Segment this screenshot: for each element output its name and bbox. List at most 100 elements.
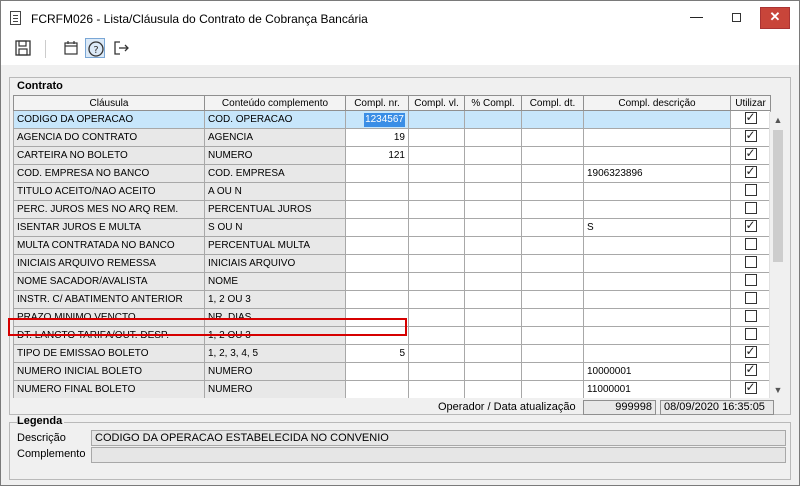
column-header-compl-dt[interactable]: Compl. dt. bbox=[521, 95, 584, 111]
cell-compl-nr[interactable] bbox=[345, 308, 409, 327]
cell-compl-descricao[interactable] bbox=[583, 290, 731, 309]
cell-conteudo[interactable]: NUMERO bbox=[204, 362, 346, 381]
cell-perc-compl[interactable] bbox=[464, 254, 522, 273]
cell-compl-descricao[interactable]: 11000001 bbox=[583, 380, 731, 398]
utilizar-checkbox[interactable] bbox=[744, 364, 757, 376]
cell-conteudo[interactable]: S OU N bbox=[204, 218, 346, 237]
table-row[interactable]: COD. EMPRESA NO BANCO COD. EMPRESA 1906323… bbox=[13, 164, 771, 183]
cell-clausula[interactable]: INICIAIS ARQUIVO REMESSA bbox=[13, 254, 205, 273]
help-icon[interactable]: ? bbox=[85, 38, 105, 58]
cell-compl-descricao[interactable] bbox=[583, 272, 731, 291]
cell-clausula[interactable]: NOME SACADOR/AVALISTA bbox=[13, 272, 205, 291]
table-row[interactable]: CARTEIRA NO BOLETO NUMERO 121 bbox=[13, 146, 771, 165]
cell-compl-nr[interactable]: 1234567 bbox=[345, 110, 409, 129]
cell-clausula[interactable]: NUMERO FINAL BOLETO bbox=[13, 380, 205, 398]
table-row[interactable]: TIPO DE EMISSAO BOLETO 1, 2, 3, 4, 55 bbox=[13, 344, 771, 363]
cell-conteudo[interactable]: COD. EMPRESA bbox=[204, 164, 346, 183]
close-button[interactable]: ✕ bbox=[760, 7, 790, 29]
cell-clausula[interactable]: TIPO DE EMISSAO BOLETO bbox=[13, 344, 205, 363]
cell-perc-compl[interactable] bbox=[464, 290, 522, 309]
cell-compl-dt[interactable] bbox=[521, 326, 584, 345]
cell-clausula[interactable]: PRAZO MINIMO VENCTO bbox=[13, 308, 205, 327]
cell-compl-dt[interactable] bbox=[521, 128, 584, 147]
column-header-conteudo[interactable]: Conteúdo complemento bbox=[204, 95, 346, 111]
cell-compl-descricao[interactable]: 10000001 bbox=[583, 362, 731, 381]
cell-utilizar[interactable] bbox=[730, 308, 771, 327]
cell-clausula[interactable]: PERC. JUROS MES NO ARQ REM. bbox=[13, 200, 205, 219]
cell-conteudo[interactable]: INICIAIS ARQUIVO bbox=[204, 254, 346, 273]
scroll-thumb[interactable] bbox=[773, 130, 783, 262]
cell-compl-vl[interactable] bbox=[408, 344, 465, 363]
table-row[interactable]: PERC. JUROS MES NO ARQ REM. PERCENTUAL JU… bbox=[13, 200, 771, 219]
cell-compl-nr[interactable] bbox=[345, 236, 409, 255]
cell-compl-vl[interactable] bbox=[408, 218, 465, 237]
cell-compl-nr[interactable] bbox=[345, 362, 409, 381]
cell-compl-descricao[interactable] bbox=[583, 254, 731, 273]
cell-perc-compl[interactable] bbox=[464, 146, 522, 165]
cell-compl-nr[interactable] bbox=[345, 164, 409, 183]
utilizar-checkbox[interactable] bbox=[744, 220, 757, 232]
cell-compl-vl[interactable] bbox=[408, 110, 465, 129]
table-row[interactable]: MULTA CONTRATADA NO BANCO PERCENTUAL MULT… bbox=[13, 236, 771, 255]
table-row[interactable]: CODIGO DA OPERACAO COD. OPERACAO 1234567 bbox=[13, 110, 771, 129]
cell-compl-descricao[interactable] bbox=[583, 200, 731, 219]
cell-perc-compl[interactable] bbox=[464, 308, 522, 327]
cell-perc-compl[interactable] bbox=[464, 110, 522, 129]
cell-compl-vl[interactable] bbox=[408, 200, 465, 219]
cell-perc-compl[interactable] bbox=[464, 326, 522, 345]
maximize-button[interactable] bbox=[723, 7, 750, 29]
cell-utilizar[interactable] bbox=[730, 290, 771, 309]
cell-compl-descricao[interactable] bbox=[583, 182, 731, 201]
vertical-scrollbar[interactable]: ▲ ▼ bbox=[769, 112, 785, 398]
cell-perc-compl[interactable] bbox=[464, 344, 522, 363]
cell-compl-dt[interactable] bbox=[521, 218, 584, 237]
cell-compl-nr[interactable] bbox=[345, 218, 409, 237]
cell-compl-dt[interactable] bbox=[521, 290, 584, 309]
table-row[interactable]: AGENCIA DO CONTRATO AGENCIA 19 bbox=[13, 128, 771, 147]
cell-compl-descricao[interactable] bbox=[583, 344, 731, 363]
cell-utilizar[interactable] bbox=[730, 164, 771, 183]
cell-conteudo[interactable]: 1, 2, 3, 4, 5 bbox=[204, 344, 346, 363]
cell-utilizar[interactable] bbox=[730, 254, 771, 273]
cell-compl-dt[interactable] bbox=[521, 308, 584, 327]
cell-compl-dt[interactable] bbox=[521, 254, 584, 273]
cell-clausula[interactable]: INSTR. C/ ABATIMENTO ANTERIOR bbox=[13, 290, 205, 309]
minimize-button[interactable]: — bbox=[683, 7, 710, 29]
cell-compl-descricao[interactable] bbox=[583, 326, 731, 345]
cell-utilizar[interactable] bbox=[730, 380, 771, 398]
cell-compl-nr[interactable]: 19 bbox=[345, 128, 409, 147]
cell-perc-compl[interactable] bbox=[464, 200, 522, 219]
cell-clausula[interactable]: DT. LANCTO TARIFA/OUT. DESP. bbox=[13, 326, 205, 345]
cell-compl-nr[interactable] bbox=[345, 200, 409, 219]
cell-compl-vl[interactable] bbox=[408, 128, 465, 147]
utilizar-checkbox[interactable] bbox=[744, 130, 757, 142]
utilizar-checkbox[interactable] bbox=[744, 310, 757, 322]
cell-utilizar[interactable] bbox=[730, 146, 771, 165]
utilizar-checkbox[interactable] bbox=[744, 184, 757, 196]
cell-compl-dt[interactable] bbox=[521, 236, 584, 255]
cell-clausula[interactable]: CODIGO DA OPERACAO bbox=[13, 110, 205, 129]
cell-conteudo[interactable]: AGENCIA bbox=[204, 128, 346, 147]
cell-compl-vl[interactable] bbox=[408, 146, 465, 165]
cell-clausula[interactable]: NUMERO INICIAL BOLETO bbox=[13, 362, 205, 381]
cell-utilizar[interactable] bbox=[730, 218, 771, 237]
cell-compl-vl[interactable] bbox=[408, 326, 465, 345]
cell-conteudo[interactable]: NOME bbox=[204, 272, 346, 291]
cell-compl-descricao[interactable] bbox=[583, 236, 731, 255]
cell-conteudo[interactable]: NR. DIAS bbox=[204, 308, 346, 327]
cell-perc-compl[interactable] bbox=[464, 272, 522, 291]
cell-compl-descricao[interactable] bbox=[583, 128, 731, 147]
cell-utilizar[interactable] bbox=[730, 110, 771, 129]
cell-compl-nr[interactable] bbox=[345, 290, 409, 309]
cell-utilizar[interactable] bbox=[730, 344, 771, 363]
cell-compl-descricao[interactable]: 1906323896 bbox=[583, 164, 731, 183]
column-header-compl-descricao[interactable]: Compl. descrição bbox=[583, 95, 731, 111]
utilizar-checkbox[interactable] bbox=[744, 166, 757, 178]
column-header-compl-vl[interactable]: Compl. vl. bbox=[408, 95, 465, 111]
table-row[interactable]: TITULO ACEITO/NAO ACEITO A OU N bbox=[13, 182, 771, 201]
cell-perc-compl[interactable] bbox=[464, 380, 522, 398]
cell-compl-descricao[interactable] bbox=[583, 146, 731, 165]
cell-editor[interactable]: 1234567 bbox=[364, 112, 405, 127]
utilizar-checkbox[interactable] bbox=[744, 346, 757, 358]
cell-compl-descricao[interactable] bbox=[583, 308, 731, 327]
